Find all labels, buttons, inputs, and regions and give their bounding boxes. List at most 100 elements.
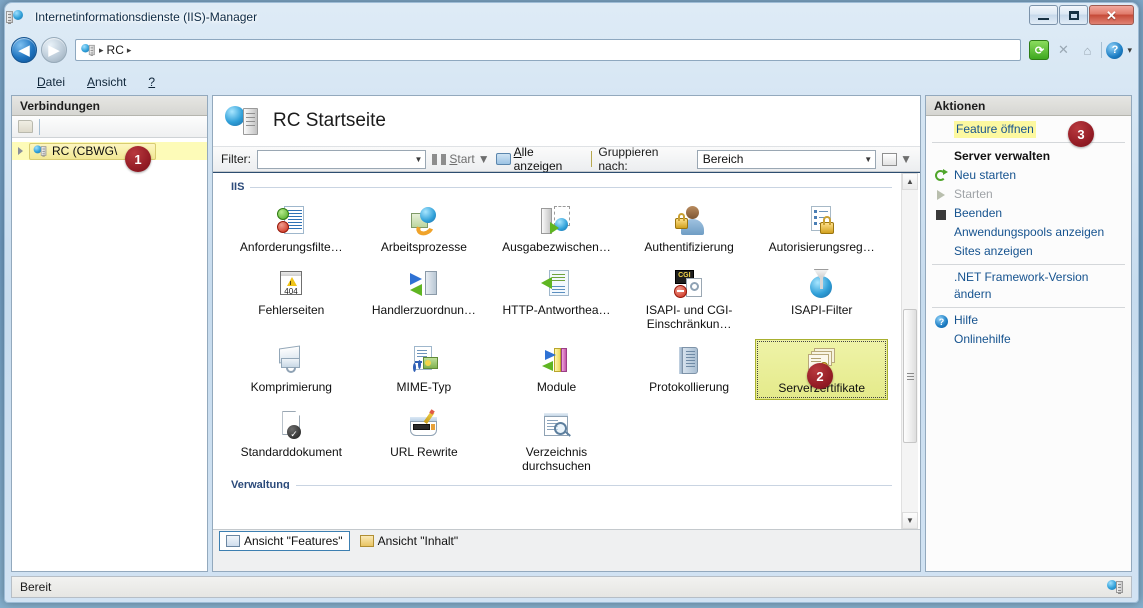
features-vertical-scrollbar[interactable]: ▲ ▼ — [901, 173, 918, 529]
maximize-button[interactable] — [1059, 5, 1088, 25]
feature-cell-request-filtering[interactable]: Anforderungsfilte… — [225, 199, 358, 258]
view-application-pools-action[interactable]: Anwendungspools anzeigen — [926, 223, 1131, 242]
refresh-icon[interactable]: ⟳ — [1029, 40, 1050, 60]
feature-cell-directory-browsing[interactable]: Verzeichnis durchsuchen — [490, 404, 623, 477]
feature-cell-logging[interactable]: Protokollierung — [623, 339, 756, 400]
feature-cell-error-pages[interactable]: 404 Fehlerseiten — [225, 262, 358, 335]
stop-label: Beenden — [954, 206, 1003, 220]
iis-server-icon — [33, 145, 47, 158]
scroll-up-icon[interactable]: ▲ — [902, 173, 918, 190]
help-icon[interactable]: ? — [1106, 41, 1124, 59]
collapsed-arrow-icon[interactable] — [17, 146, 26, 156]
http-response-headers-icon — [540, 268, 572, 300]
start-label: Starten — [954, 187, 993, 201]
connections-pane: Verbindungen RC (CBWG\ — [11, 95, 208, 572]
filter-go-button[interactable]: Start ▼ — [432, 152, 490, 166]
status-bar: Bereit — [11, 576, 1132, 598]
help-icon: ? — [934, 314, 949, 329]
group-by-value: Bereich — [702, 152, 744, 166]
feature-label: Anforderungsfilte… — [239, 240, 343, 254]
feature-cell-modules[interactable]: Module — [490, 339, 623, 400]
feature-cell-authentication[interactable]: Authentifizierung — [623, 199, 756, 258]
chevron-down-icon[interactable]: ▾ — [1127, 45, 1132, 56]
center-pane: RC Startseite Filter: ▼ Start ▼ Alle anz… — [212, 95, 921, 572]
manage-server-heading: Server verwalten — [926, 146, 1131, 166]
open-feature-label: Feature öffnen — [954, 121, 1036, 138]
chevron-down-icon[interactable]: ▼ — [858, 155, 872, 164]
show-all-button[interactable]: Alle anzeigen — [495, 145, 586, 173]
chevron-down-icon[interactable]: ▼ — [900, 152, 912, 166]
feature-cell-mime-types[interactable]: MIME-Typ — [358, 339, 491, 400]
feature-group-iis: IIS Anforderungsfilte… Arbeitsprozesse A… — [221, 181, 892, 477]
action-icon-placeholder — [934, 245, 949, 260]
group-by-select[interactable]: Bereich ▼ — [696, 149, 877, 169]
online-help-action[interactable]: Onlinehilfe — [926, 330, 1131, 349]
help-action[interactable]: ? Hilfe — [926, 311, 1131, 330]
scroll-down-icon[interactable]: ▼ — [902, 512, 918, 529]
feature-cell-worker-processes[interactable]: Arbeitsprozesse — [358, 199, 491, 258]
start-triangle-icon — [934, 188, 949, 203]
minimize-button[interactable] — [1029, 5, 1058, 25]
feature-cell-isapi-cgi-restrictions[interactable]: CGI ISAPI- und CGI-Einschränkun… — [623, 262, 756, 335]
actions-list: Feature öffnen Server verwalten Neu star… — [926, 116, 1131, 571]
address-input[interactable]: ▸ RC ▸ — [75, 39, 1022, 61]
stop-square-icon — [934, 207, 949, 222]
isapi-cgi-restrictions-icon: CGI — [673, 268, 705, 300]
handler-mappings-icon — [408, 268, 440, 300]
menu-item-datei-label-rest: atei — [45, 75, 66, 89]
change-dotnet-version-action[interactable]: .NET Framework-Version ändern — [926, 268, 1131, 304]
menu-item-datei[interactable]: Datei — [27, 73, 75, 91]
feature-label: ISAPI- und CGI-Einschränkun… — [645, 303, 733, 331]
manage-server-label: Server verwalten — [954, 149, 1051, 163]
chevron-down-icon[interactable]: ▼ — [478, 152, 490, 166]
stop-action[interactable]: Beenden — [926, 204, 1131, 223]
show-all-label-rest: lle anzeigen — [513, 145, 563, 173]
feature-cell-authorization-rules[interactable]: Autorisierungsreg… — [755, 199, 888, 258]
view-application-pools-label: Anwendungspools anzeigen — [954, 225, 1105, 239]
menu-item-ansicht[interactable]: Ansicht — [77, 73, 136, 91]
feature-cell-default-document[interactable]: ✓ Standarddokument — [225, 404, 358, 477]
callout-badge-3: 3 — [1068, 121, 1094, 147]
features-view-icon — [226, 534, 240, 547]
open-feature-action[interactable]: Feature öffnen — [926, 120, 1131, 139]
online-help-label: Onlinehilfe — [954, 332, 1011, 346]
chevron-down-icon[interactable]: ▼ — [408, 155, 422, 164]
feature-cell-url-rewrite[interactable]: URL Rewrite — [358, 404, 491, 477]
tab-features-view-label: Ansicht "Features" — [244, 533, 343, 548]
feature-cell-http-response-headers[interactable]: HTTP-Antworthea… — [490, 262, 623, 335]
connections-tree-node-label: RC (CBWG\ — [52, 144, 118, 158]
view-tabs: Ansicht "Features" Ansicht "Inhalt" — [213, 529, 920, 551]
connections-tree-node[interactable]: RC (CBWG\ — [12, 142, 207, 160]
stop-icon[interactable]: ✕ — [1053, 40, 1073, 60]
filter-input[interactable]: ▼ — [257, 149, 427, 169]
feature-cell-handler-mappings[interactable]: Handlerzuordnun… — [358, 262, 491, 335]
restart-label: Neu starten — [954, 168, 1017, 182]
restart-action[interactable]: Neu starten — [926, 166, 1131, 185]
feature-cell-isapi-filters[interactable]: ISAPI-Filter — [755, 262, 888, 335]
features-area: IIS Anforderungsfilte… Arbeitsprozesse A… — [213, 172, 920, 529]
start-action[interactable]: Starten — [926, 185, 1131, 204]
scrollbar-grip-icon — [906, 371, 914, 382]
modules-icon — [540, 345, 572, 377]
view-mode-button[interactable]: ▼ — [882, 152, 912, 166]
forward-button[interactable]: ▶ — [41, 37, 67, 63]
view-sites-action[interactable]: Sites anzeigen — [926, 242, 1131, 261]
actions-divider — [932, 264, 1125, 265]
feature-cell-compression[interactable]: Komprimierung — [225, 339, 358, 400]
breadcrumb-item[interactable]: RC — [107, 43, 124, 57]
connect-folder-icon[interactable] — [18, 120, 33, 133]
home-icon[interactable]: ⌂ — [1077, 40, 1097, 60]
tab-content-view[interactable]: Ansicht "Inhalt" — [354, 532, 465, 550]
action-icon-placeholder — [934, 149, 949, 164]
actions-header: Aktionen — [926, 96, 1131, 116]
connections-header: Verbindungen — [12, 96, 207, 116]
menu-item-help[interactable]: ? — [138, 73, 165, 91]
page-header: RC Startseite — [213, 96, 920, 146]
action-icon-placeholder — [934, 123, 949, 138]
tab-features-view[interactable]: Ansicht "Features" — [219, 530, 350, 551]
scrollbar-thumb[interactable] — [903, 309, 917, 443]
actions-pane: Aktionen Feature öffnen Server verwalten — [925, 95, 1132, 572]
close-button[interactable]: ✕ — [1089, 5, 1134, 25]
feature-cell-output-caching[interactable]: Ausgabezwischen… — [490, 199, 623, 258]
back-button[interactable]: ◀ — [11, 37, 37, 63]
